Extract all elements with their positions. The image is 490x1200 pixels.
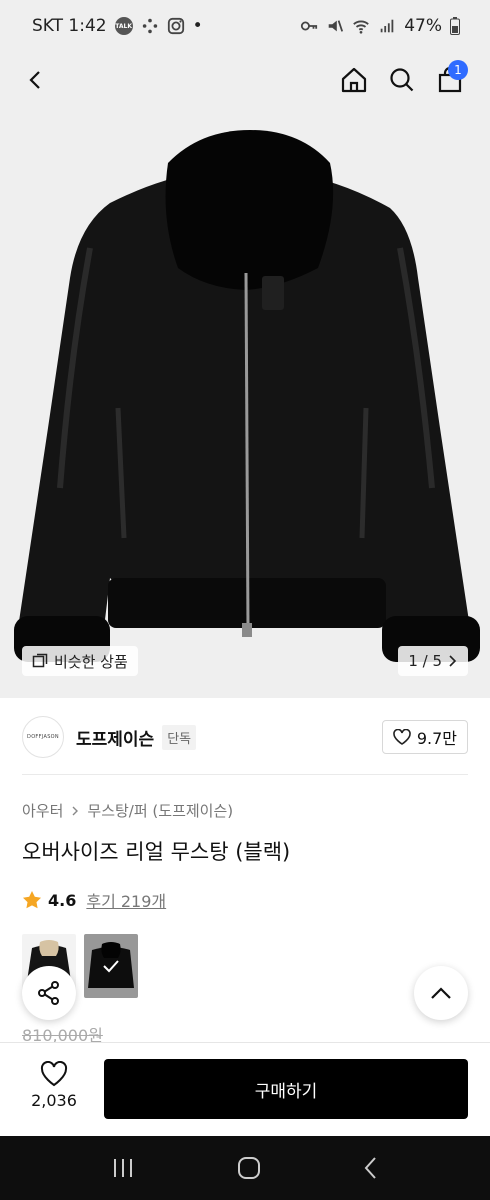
variant-black[interactable] bbox=[84, 934, 138, 998]
notification-dot: • bbox=[192, 16, 203, 36]
key-icon bbox=[301, 21, 318, 31]
similar-products-label: 비슷한 상품 bbox=[54, 652, 128, 671]
battery-percent: 47% bbox=[404, 16, 442, 36]
star-icon bbox=[23, 891, 41, 909]
purchase-bar: 2,036 구매하기 bbox=[0, 1042, 490, 1136]
chevron-right-icon bbox=[449, 655, 457, 667]
image-page-indicator[interactable]: 1 / 5 bbox=[398, 646, 468, 676]
reviews-link[interactable]: 후기 219개 bbox=[86, 888, 166, 912]
divider bbox=[22, 774, 468, 775]
similar-products-button[interactable]: 비슷한 상품 bbox=[22, 646, 138, 676]
instagram-icon bbox=[167, 17, 184, 35]
jacket-image bbox=[14, 130, 480, 662]
rating-value: 4.6 bbox=[48, 890, 77, 910]
brand-like-count: 9.7만 bbox=[416, 729, 457, 748]
back-icon bbox=[29, 71, 40, 89]
chevron-up-icon bbox=[431, 987, 451, 999]
top-nav: 1 bbox=[0, 52, 490, 108]
home-button[interactable] bbox=[334, 60, 374, 100]
home-nav-icon[interactable] bbox=[237, 1156, 261, 1180]
back-button[interactable] bbox=[16, 60, 56, 100]
share-icon bbox=[38, 981, 59, 1005]
signal-icon bbox=[380, 19, 394, 33]
exclusive-tag: 단독 bbox=[162, 724, 197, 750]
carrier-time: SKT 1:42 bbox=[32, 16, 107, 36]
brand-row: DOFFJASON 도프제이슨 단독 9.7만 bbox=[22, 714, 468, 760]
status-right: 47% bbox=[300, 16, 460, 36]
brand-name[interactable]: 도프제이슨 bbox=[76, 725, 154, 750]
battery-icon bbox=[450, 17, 460, 35]
page-indicator-text: 1 / 5 bbox=[408, 652, 442, 670]
mute-icon bbox=[328, 20, 344, 32]
product-image-carousel[interactable]: 비슷한 상품 1 / 5 bbox=[0, 108, 490, 698]
breadcrumb-subcategory[interactable]: 무스탕/퍼 (도프제이슨) bbox=[87, 800, 233, 821]
scroll-top-button[interactable] bbox=[414, 966, 468, 1020]
sparkle-icon bbox=[142, 18, 157, 34]
similar-icon bbox=[32, 653, 48, 668]
buy-button[interactable]: 구매하기 bbox=[104, 1059, 468, 1119]
system-nav-bar bbox=[0, 1136, 490, 1200]
check-icon bbox=[103, 960, 119, 973]
breadcrumb: 아우터 무스탕/퍼 (도프제이슨) bbox=[22, 800, 233, 821]
share-button[interactable] bbox=[22, 966, 76, 1020]
wishlist-count: 2,036 bbox=[31, 1091, 77, 1110]
status-left: SKT 1:42 TALK • bbox=[32, 16, 203, 36]
wishlist-button[interactable]: 2,036 bbox=[22, 1061, 86, 1110]
heart-icon bbox=[393, 729, 411, 745]
brand-logo[interactable]: DOFFJASON bbox=[22, 716, 64, 758]
back-nav-icon[interactable] bbox=[363, 1156, 379, 1180]
talk-icon: TALK bbox=[114, 17, 133, 35]
breadcrumb-category[interactable]: 아우터 bbox=[22, 800, 63, 821]
search-button[interactable] bbox=[382, 60, 422, 100]
product-title: 오버사이즈 리얼 무스탕 (블랙) bbox=[22, 840, 291, 864]
chevron-right-icon bbox=[72, 806, 79, 815]
home-icon bbox=[341, 67, 367, 93]
heart-icon bbox=[40, 1061, 68, 1087]
recent-apps-icon[interactable] bbox=[111, 1157, 135, 1179]
wifi-icon bbox=[353, 20, 370, 34]
rating-row: 4.6 후기 219개 bbox=[22, 888, 166, 912]
brand-logo-text: DOFFJASON bbox=[27, 734, 59, 740]
cart-button[interactable]: 1 bbox=[430, 60, 470, 100]
search-icon bbox=[390, 68, 414, 92]
cart-count-badge: 1 bbox=[448, 60, 468, 80]
status-bar: SKT 1:42 TALK • 47% bbox=[0, 0, 490, 52]
brand-like-button[interactable]: 9.7만 bbox=[381, 720, 468, 754]
